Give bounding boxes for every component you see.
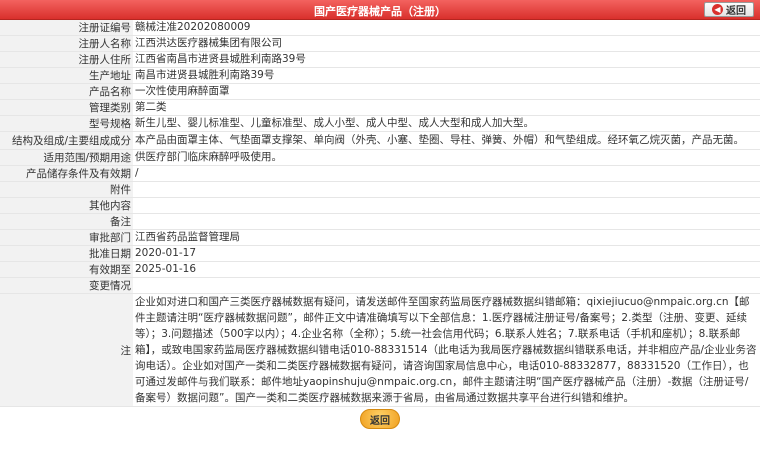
field-label: 型号规格 bbox=[0, 115, 133, 132]
field-label: 管理类别 bbox=[0, 99, 133, 116]
field-label: 审批部门 bbox=[0, 229, 133, 246]
field-value bbox=[133, 277, 760, 294]
table-row: 适用范围/预期用途 供医疗部门临床麻醉呼吸使用。 bbox=[0, 149, 760, 166]
field-value bbox=[133, 197, 760, 214]
field-label: 备注 bbox=[0, 213, 133, 230]
field-value bbox=[133, 181, 760, 198]
table-row: 产品名称 一次性使用麻醉面罩 bbox=[0, 83, 760, 100]
field-label: 有效期至 bbox=[0, 261, 133, 278]
field-value bbox=[133, 213, 760, 230]
field-label: 注册证编号 bbox=[0, 20, 133, 36]
field-label: 批准日期 bbox=[0, 245, 133, 262]
field-value: 供医疗部门临床麻醉呼吸使用。 bbox=[133, 149, 760, 166]
field-label: 其他内容 bbox=[0, 197, 133, 214]
table-row: 注册证编号 赣械注准20202080009 bbox=[0, 20, 760, 36]
table-row: 备注 bbox=[0, 213, 760, 230]
table-row: 管理类别 第二类 bbox=[0, 99, 760, 116]
table-row: 变更情况 bbox=[0, 277, 760, 294]
table-row: 结构及组成/主要组成成分 本产品由面罩主体、气垫面罩支撑架、单向阀（外壳、小塞、… bbox=[0, 131, 760, 150]
table-row-note: 注 企业如对进口和国产三类医疗器械数据有疑问，请发送邮件至国家药监局医疗器械数据… bbox=[0, 293, 760, 407]
field-label: 注册人住所 bbox=[0, 51, 133, 68]
page-title: 国产医疗器械产品（注册） bbox=[314, 5, 446, 18]
field-value: 2020-01-17 bbox=[133, 245, 760, 262]
field-label: 生产地址 bbox=[0, 67, 133, 84]
field-label: 适用范围/预期用途 bbox=[0, 149, 133, 166]
table-row: 产品储存条件及有效期 / bbox=[0, 165, 760, 182]
field-label: 注册人名称 bbox=[0, 35, 133, 52]
field-label: 变更情况 bbox=[0, 277, 133, 294]
field-value: 南昌市进贤县城胜利南路39号 bbox=[133, 67, 760, 84]
field-value: 江西省南昌市进贤县城胜利南路39号 bbox=[133, 51, 760, 68]
field-value: 一次性使用麻醉面罩 bbox=[133, 83, 760, 100]
back-button-top[interactable]: ◀ 返回 bbox=[704, 2, 754, 17]
back-button-label: 返回 bbox=[726, 6, 746, 17]
field-label: 结构及组成/主要组成成分 bbox=[0, 131, 133, 150]
table-row: 批准日期 2020-01-17 bbox=[0, 245, 760, 262]
table-row: 审批部门 江西省药品监督管理局 bbox=[0, 229, 760, 246]
field-label: 产品名称 bbox=[0, 83, 133, 100]
field-value: 江西洪达医疗器械集团有限公司 bbox=[133, 35, 760, 52]
back-button-bottom[interactable]: 返回 bbox=[360, 409, 400, 429]
field-value: 2025-01-16 bbox=[133, 261, 760, 278]
field-label: 产品储存条件及有效期 bbox=[0, 165, 133, 182]
table-row: 有效期至 2025-01-16 bbox=[0, 261, 760, 278]
field-label: 附件 bbox=[0, 181, 133, 198]
field-value: 本产品由面罩主体、气垫面罩支撑架、单向阀（外壳、小塞、垫圈、导柱、弹簧、外帽）和… bbox=[133, 131, 760, 150]
table-row: 注册人住所 江西省南昌市进贤县城胜利南路39号 bbox=[0, 51, 760, 68]
detail-table: 注册证编号 赣械注准20202080009 注册人名称 江西洪达医疗器械集团有限… bbox=[0, 20, 760, 407]
field-value: 赣械注准20202080009 bbox=[133, 20, 760, 36]
page-header: 国产医疗器械产品（注册） ◀ 返回 bbox=[0, 0, 760, 20]
note-label: 注 bbox=[0, 293, 133, 407]
field-value: 新生儿型、婴儿标准型、儿童标准型、成人小型、成人中型、成人大型和成人加大型。 bbox=[133, 115, 760, 132]
page-footer: 返回 bbox=[0, 407, 760, 431]
note-text: 企业如对进口和国产三类医疗器械数据有疑问，请发送邮件至国家药监局医疗器械数据纠错… bbox=[133, 293, 760, 407]
arrow-left-icon: ◀ bbox=[712, 4, 723, 15]
table-row: 型号规格 新生儿型、婴儿标准型、儿童标准型、成人小型、成人中型、成人大型和成人加… bbox=[0, 115, 760, 132]
field-value: 江西省药品监督管理局 bbox=[133, 229, 760, 246]
table-row: 生产地址 南昌市进贤县城胜利南路39号 bbox=[0, 67, 760, 84]
table-row: 附件 bbox=[0, 181, 760, 198]
table-row: 其他内容 bbox=[0, 197, 760, 214]
field-value: 第二类 bbox=[133, 99, 760, 116]
field-value: / bbox=[133, 165, 760, 182]
table-row: 注册人名称 江西洪达医疗器械集团有限公司 bbox=[0, 35, 760, 52]
